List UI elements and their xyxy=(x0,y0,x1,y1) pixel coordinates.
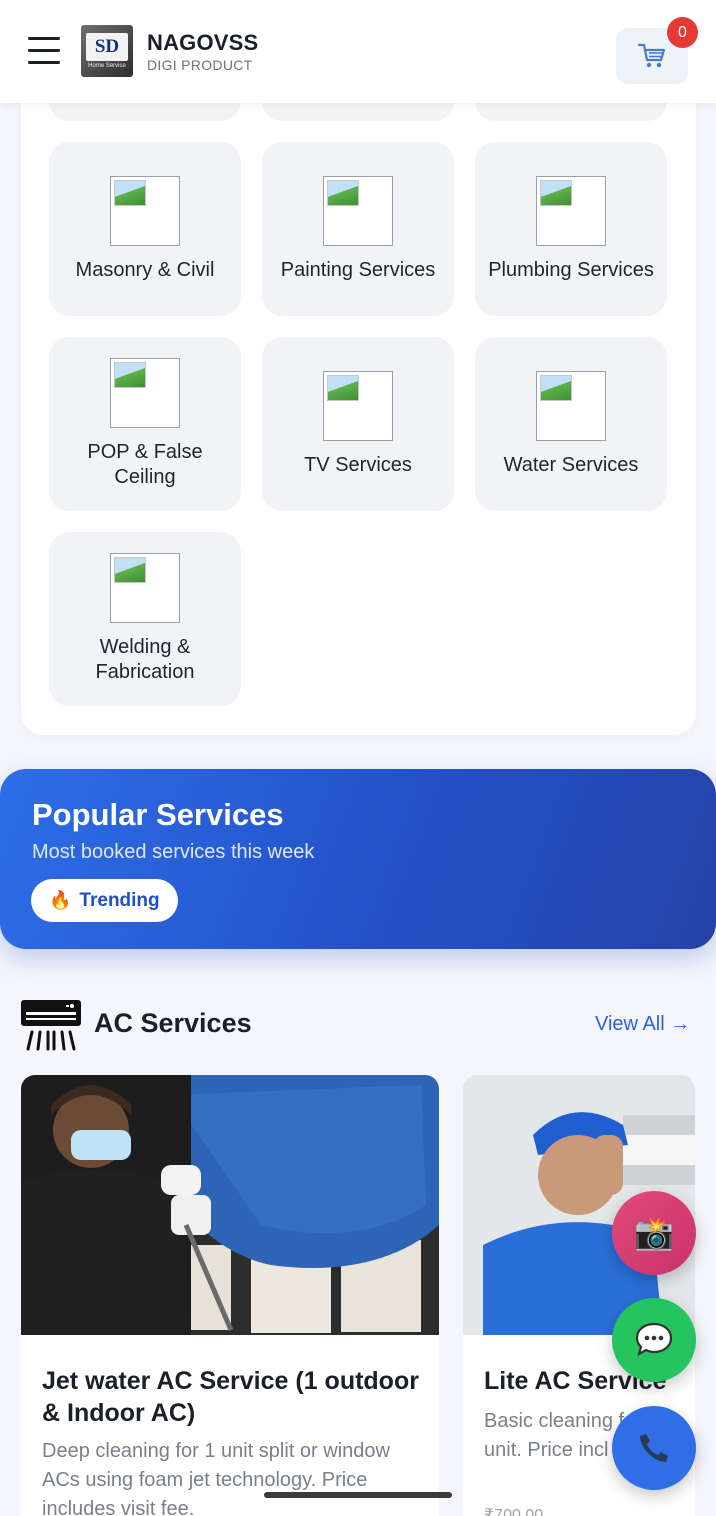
logo-sub: Home Service xyxy=(88,63,126,69)
category-tile-painting[interactable]: Painting Services xyxy=(262,142,454,316)
app-header: SD Home Service NAGOVSS DIGI PRODUCT xyxy=(0,0,716,103)
popular-title: Popular Services xyxy=(32,797,284,832)
air-conditioner-icon xyxy=(21,1000,81,1051)
cart-icon xyxy=(637,43,666,68)
category-label: POP & False Ceiling xyxy=(87,441,203,488)
trending-label: Trending xyxy=(79,889,160,911)
fire-icon: 🔥 xyxy=(49,890,72,910)
instagram-button[interactable]: 📸 xyxy=(612,1191,696,1275)
category-label: TV Services xyxy=(304,453,412,476)
category-label: Water Services xyxy=(503,453,639,476)
phone-icon xyxy=(640,1434,668,1462)
trending-button[interactable]: 🔥 Trending xyxy=(31,879,178,922)
category-label: Masonry & Civil xyxy=(75,258,215,281)
instagram-icon: 📸 xyxy=(634,1215,674,1251)
category-label: Painting Services xyxy=(280,258,436,281)
brand-subtitle: DIGI PRODUCT xyxy=(147,57,253,73)
category-tile-masonry[interactable]: Masonry & Civil xyxy=(49,142,241,316)
category-tile-water[interactable]: Water Services xyxy=(475,337,667,511)
call-button[interactable] xyxy=(612,1406,696,1490)
menu-icon[interactable] xyxy=(28,37,60,67)
category-label: Plumbing Services xyxy=(488,258,654,281)
category-tile-pop-false-ceiling[interactable]: POP & False Ceiling xyxy=(49,337,241,511)
category-image xyxy=(536,370,606,441)
category-image xyxy=(323,175,393,246)
brand-logo[interactable]: SD Home Service xyxy=(81,25,133,77)
chat-icon xyxy=(635,1322,673,1357)
service-description: Deep cleaning for 1 unit split or window… xyxy=(42,1440,390,1516)
service-photo xyxy=(21,1075,439,1335)
logo-mark: SD xyxy=(86,33,128,61)
category-image xyxy=(323,370,393,441)
service-name: Jet water AC Service (1 outdoor & Indoor… xyxy=(42,1367,419,1427)
popular-subtitle: Most booked services this week xyxy=(32,841,315,863)
category-image xyxy=(110,553,180,623)
chat-button[interactable] xyxy=(612,1298,696,1382)
categories-panel: Masonry & Civil Painting Services Plumbi… xyxy=(21,60,696,735)
category-image xyxy=(110,175,180,246)
service-price: ₹700.00 xyxy=(484,1507,544,1516)
popular-services-banner: Popular Services Most booked services th… xyxy=(0,769,716,949)
category-tile-plumbing[interactable]: Plumbing Services xyxy=(475,142,667,316)
category-tile-welding[interactable]: Welding & Fabrication xyxy=(49,532,241,706)
section-title-ac-services: AC Services xyxy=(94,1008,252,1038)
category-image xyxy=(110,358,180,428)
category-tile-tv[interactable]: TV Services xyxy=(262,337,454,511)
service-card[interactable]: Jet water AC Service (1 outdoor & Indoor… xyxy=(21,1075,439,1516)
category-label: Welding & Fabrication xyxy=(95,636,195,683)
brand-name: NAGOVSS xyxy=(147,30,259,55)
category-image xyxy=(536,175,606,246)
cart-count-badge: 0 xyxy=(667,17,698,48)
view-all-link[interactable]: View All → xyxy=(595,1013,690,1036)
home-indicator xyxy=(264,1492,452,1498)
